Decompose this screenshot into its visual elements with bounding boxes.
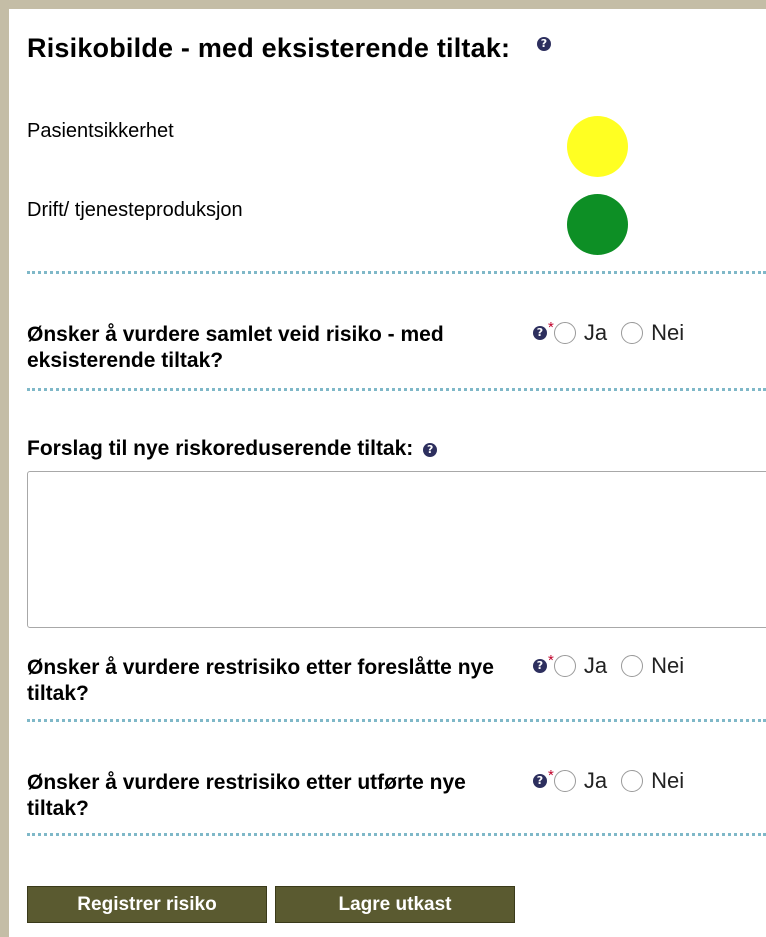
question-utforte-tiltak: Ønsker å vurdere restrisiko etter utført…	[27, 771, 466, 820]
proposal-label-text: Forslag til nye riskoreduserende tiltak:	[27, 437, 414, 460]
radio-label-ja: Ja	[583, 320, 608, 345]
radio-label-nei: Nei	[651, 653, 685, 678]
proposal-label: Forslag til nye riskoreduserende tiltak:…	[27, 437, 438, 461]
risk-indicator-yellow	[567, 116, 628, 177]
save-draft-button[interactable]: Lagre utkast	[275, 886, 515, 923]
radio-group-samlet-risiko: ? * Ja Nei	[533, 318, 698, 346]
question-foreslatte-tiltak: Ønsker å vurdere restrisiko etter foresl…	[27, 656, 494, 705]
risk-label-drift: Drift/ tjenesteproduksjon	[27, 199, 243, 221]
radio-label-nei: Nei	[651, 320, 685, 345]
divider	[27, 719, 766, 722]
help-icon[interactable]: ?	[533, 774, 547, 788]
radio-label-nei: Nei	[651, 768, 685, 793]
help-icon[interactable]: ?	[533, 326, 547, 340]
required-marker: *	[548, 318, 554, 336]
help-icon[interactable]: ?	[533, 659, 547, 673]
radio-nei[interactable]	[621, 322, 644, 344]
radio-group-utforte-tiltak: ? * Ja Nei	[533, 766, 698, 794]
required-marker: *	[548, 651, 554, 669]
divider	[27, 388, 766, 391]
question-samlet-risiko: Ønsker å vurdere samlet veid risiko - me…	[27, 323, 444, 372]
radio-nei[interactable]	[621, 655, 644, 677]
proposal-textarea[interactable]	[27, 471, 766, 628]
radio-label-ja: Ja	[583, 768, 608, 793]
divider	[27, 833, 766, 836]
radio-group-foreslatte-tiltak: ? * Ja Nei	[533, 651, 698, 679]
radio-ja[interactable]	[553, 322, 576, 344]
radio-nei[interactable]	[621, 770, 644, 792]
radio-ja[interactable]	[553, 770, 576, 792]
risk-label-pasientsikkerhet: Pasientsikkerhet	[27, 120, 174, 142]
divider	[27, 271, 766, 274]
radio-ja[interactable]	[553, 655, 576, 677]
risk-indicator-green	[567, 194, 628, 255]
radio-label-ja: Ja	[583, 653, 608, 678]
register-risk-button[interactable]: Registrer risiko	[27, 886, 267, 923]
help-icon[interactable]: ?	[423, 443, 438, 457]
required-marker: *	[548, 766, 554, 784]
help-icon[interactable]: ?	[537, 37, 551, 51]
page-title: Risikobilde - med eksisterende tiltak:	[27, 33, 511, 63]
